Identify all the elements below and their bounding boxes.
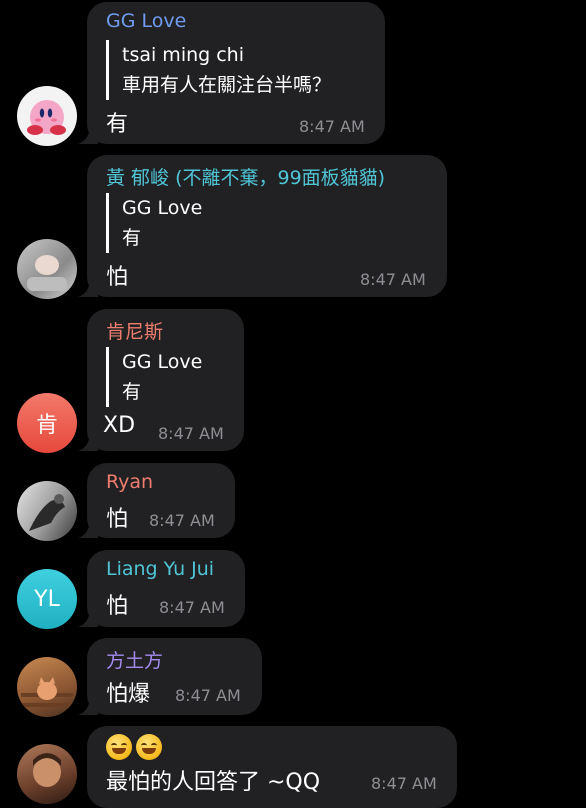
emoji-row — [106, 734, 166, 760]
reply-text: 車用有人在關注台半嗎？ — [122, 74, 332, 96]
avatar-initials: YL — [34, 586, 60, 612]
message-bubble[interactable]: GG Love tsai ming chi 車用有人在關注台半嗎？ 有 8:47… — [78, 2, 385, 144]
reply-author: GG Love — [122, 197, 203, 219]
bubble-tail-icon — [78, 518, 98, 538]
sender-name[interactable]: 方土方 — [106, 646, 163, 673]
message-2[interactable]: 黃 郁峻 (不離不棄，99面板貓貓) GG Love 有 怕 8:47 AM — [0, 150, 586, 300]
bubble-tail-icon — [78, 277, 98, 297]
photo-avatar-icon[interactable] — [17, 481, 77, 541]
reply-text: 有 — [122, 381, 142, 403]
message-text: 怕爆 — [106, 682, 151, 707]
initials-avatar[interactable]: YL — [17, 569, 77, 629]
avatar-initials: 肯 — [35, 413, 58, 438]
photo-avatar-icon[interactable] — [17, 744, 77, 804]
message-6[interactable]: 方土方 怕爆 8:47 AM — [0, 630, 586, 720]
message-time: 8:47 AM — [158, 424, 224, 443]
grinning-face-emoji-icon — [106, 734, 132, 760]
initials-avatar[interactable]: 肯 — [17, 393, 77, 453]
message-7[interactable]: 最怕的人回答了 ~QQ 8:47 AM — [0, 720, 586, 808]
message-text: 怕 — [106, 265, 129, 290]
bubble-tail-icon — [78, 431, 98, 451]
sender-name[interactable]: Ryan — [106, 471, 153, 493]
message-1[interactable]: GG Love tsai ming chi 車用有人在關注台半嗎？ 有 8:47… — [0, 0, 586, 150]
message-bubble[interactable]: 最怕的人回答了 ~QQ 8:47 AM — [87, 726, 457, 808]
message-bubble[interactable]: 肯尼斯 GG Love 有 XD 8:47 AM — [78, 309, 244, 451]
bubble-tail-icon — [78, 695, 98, 715]
sender-name[interactable]: Liang Yu Jui — [106, 558, 214, 580]
message-5[interactable]: YL Liang Yu Jui 怕 8:47 AM — [0, 540, 586, 630]
reply-text: 有 — [122, 227, 142, 249]
message-text: 怕 — [106, 594, 129, 619]
message-time: 8:47 AM — [360, 270, 426, 289]
cat-photo-avatar-icon[interactable] — [17, 657, 77, 717]
message-text: 怕 — [106, 507, 129, 532]
bubble-tail-icon — [78, 607, 98, 627]
message-3[interactable]: 肯 肯尼斯 GG Love 有 XD 8:47 AM — [0, 300, 586, 455]
kirby-avatar-icon[interactable] — [17, 86, 77, 146]
message-text: 最怕的人回答了 ~QQ — [106, 770, 321, 795]
bubble-tail-icon — [78, 124, 98, 144]
message-time: 8:47 AM — [175, 686, 241, 705]
sender-name[interactable]: 肯尼斯 — [106, 317, 163, 344]
message-time: 8:47 AM — [159, 598, 225, 617]
reply-author: tsai ming chi — [122, 44, 245, 66]
message-bubble[interactable]: Ryan 怕 8:47 AM — [78, 463, 235, 538]
photo-avatar-icon[interactable] — [17, 239, 77, 299]
message-bubble[interactable]: 方土方 怕爆 8:47 AM — [78, 638, 262, 715]
message-time: 8:47 AM — [149, 511, 215, 530]
sender-name[interactable]: GG Love — [106, 10, 186, 32]
reply-author: GG Love — [122, 351, 203, 373]
sender-name[interactable]: 黃 郁峻 (不離不棄，99面板貓貓) — [106, 163, 385, 190]
message-time: 8:47 AM — [299, 117, 365, 136]
message-4[interactable]: Ryan 怕 8:47 AM — [0, 455, 586, 541]
message-text: 有 — [106, 112, 129, 137]
grinning-face-emoji-icon — [136, 734, 162, 760]
message-time: 8:47 AM — [371, 774, 437, 793]
message-bubble[interactable]: Liang Yu Jui 怕 8:47 AM — [78, 550, 245, 627]
reply-quote[interactable]: GG Love 有 — [106, 193, 202, 253]
reply-quote[interactable]: tsai ming chi 車用有人在關注台半嗎？ — [106, 40, 331, 100]
message-bubble[interactable]: 黃 郁峻 (不離不棄，99面板貓貓) GG Love 有 怕 8:47 AM — [78, 155, 447, 297]
message-text: XD — [103, 413, 136, 438]
reply-quote[interactable]: GG Love 有 — [106, 347, 202, 407]
